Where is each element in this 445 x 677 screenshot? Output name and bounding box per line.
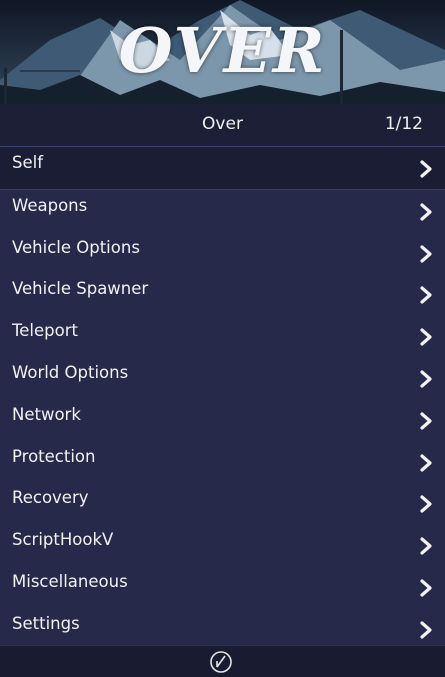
- mod-menu: OVER Over 1/12 Self Weapons Vehicle Option…: [0, 0, 445, 677]
- chevron-right-icon: [420, 328, 432, 346]
- menu-item-label: Vehicle Options: [12, 237, 140, 257]
- menu-item-label: Recovery: [12, 488, 89, 508]
- menu-item[interactable]: Teleport: [0, 315, 445, 357]
- menu-item-label: Settings: [12, 613, 80, 633]
- menu-item[interactable]: Recovery: [0, 482, 445, 524]
- menu-item-label: World Options: [12, 362, 129, 382]
- logo: OVER: [118, 14, 327, 87]
- menu-item[interactable]: Vehicle Options: [0, 232, 445, 274]
- menu-item-label: Protection: [12, 446, 96, 466]
- menu-item-label: Miscellaneous: [12, 571, 128, 591]
- menu-item-label: Network: [12, 404, 81, 424]
- chevron-right-icon: [420, 412, 432, 430]
- menu-item-label: Weapons: [12, 195, 88, 215]
- menu-item[interactable]: Vehicle Spawner: [0, 273, 445, 315]
- menu-item-label: Vehicle Spawner: [12, 279, 149, 299]
- chevron-right-icon: [420, 621, 432, 639]
- chevron-right-icon: [420, 537, 432, 555]
- chevron-right-icon: [420, 370, 432, 388]
- chevron-right-icon: [420, 160, 432, 178]
- menu-item[interactable]: Weapons: [0, 190, 445, 232]
- menu-item[interactable]: Network: [0, 399, 445, 441]
- menu-item[interactable]: Miscellaneous: [0, 566, 445, 608]
- chevron-right-icon: [420, 244, 432, 263]
- compass-icon: [210, 651, 232, 673]
- menu-item-label: Teleport: [12, 321, 78, 341]
- menu-item[interactable]: Self: [0, 147, 445, 190]
- menu-footer: [0, 645, 445, 677]
- menu-title: Over: [202, 114, 243, 134]
- menu-item[interactable]: ScriptHookV: [0, 524, 445, 566]
- menu-item-label: ScriptHookV: [12, 530, 114, 550]
- header-banner: OVER: [0, 0, 445, 104]
- chevron-right-icon: [420, 203, 432, 221]
- chevron-right-icon: [420, 579, 432, 597]
- menu-item[interactable]: World Options: [0, 357, 445, 399]
- chevron-right-icon: [420, 495, 432, 513]
- menu-item-label: Self: [12, 153, 44, 172]
- item-counter: 1/12: [384, 114, 423, 134]
- menu-item[interactable]: Protection: [0, 441, 445, 483]
- menu-item[interactable]: Settings: [0, 608, 445, 650]
- chevron-right-icon: [420, 286, 432, 304]
- menu-subheader: Over 1/12: [0, 104, 445, 147]
- chevron-right-icon: [420, 453, 432, 472]
- menu-list: Self Weapons Vehicle Options Vehicle Spawne…: [0, 147, 445, 650]
